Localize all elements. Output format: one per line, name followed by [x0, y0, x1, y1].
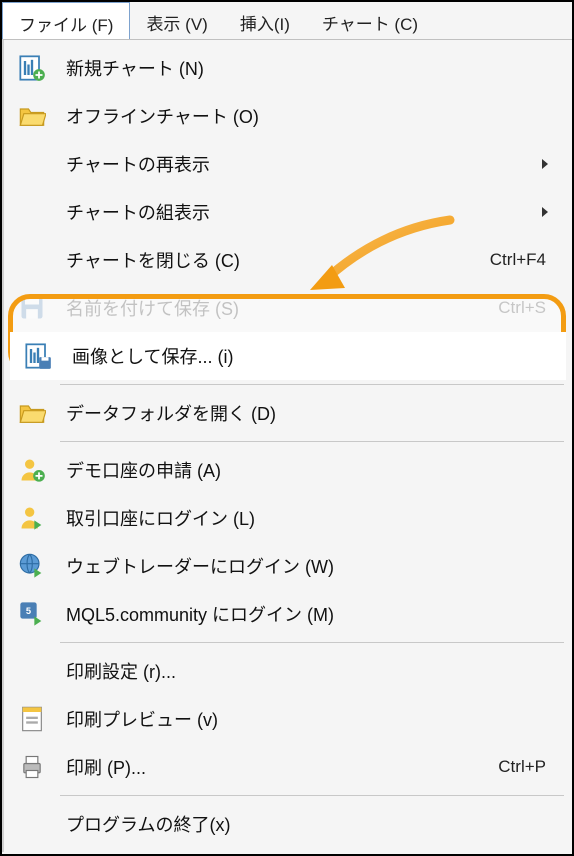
- menu-separator: [60, 642, 564, 643]
- menu-separator: [60, 384, 564, 385]
- menu-separator: [60, 795, 564, 796]
- svg-text:5: 5: [26, 606, 31, 616]
- menu-label: ウェブトレーダーにログイン (W): [60, 553, 556, 579]
- menu-print-preview[interactable]: 印刷プレビュー (v): [4, 695, 572, 743]
- menu-label: 印刷 (P)...: [60, 754, 498, 780]
- menu-close-chart[interactable]: チャートを閉じる (C) Ctrl+F4: [4, 236, 572, 284]
- menu-separator: [60, 441, 564, 442]
- menu-new-chart[interactable]: 新規チャート (N): [4, 44, 572, 92]
- empty-icon: [4, 647, 60, 695]
- menu-redisplay-chart[interactable]: チャートの再表示: [4, 140, 572, 188]
- menu-print-setup[interactable]: 印刷設定 (r)...: [4, 647, 572, 695]
- user-add-icon: [4, 446, 60, 494]
- menubar-file[interactable]: ファイル (F): [2, 2, 130, 39]
- menu-open-data-folder[interactable]: データフォルダを開く (D): [4, 389, 572, 437]
- shortcut-label: Ctrl+S: [498, 298, 556, 318]
- submenu-arrow-icon: [542, 159, 548, 169]
- menu-label: データフォルダを開く (D): [60, 400, 556, 426]
- menu-label: オフラインチャート (O): [60, 103, 556, 129]
- shortcut-label: Ctrl+F4: [490, 250, 556, 270]
- menubar-chart[interactable]: チャート (C): [306, 2, 434, 39]
- printer-icon: [4, 743, 60, 791]
- menu-offline-chart[interactable]: オフラインチャート (O): [4, 92, 572, 140]
- folder-icon: [4, 389, 60, 437]
- menu-label: チャートを閉じる (C): [60, 247, 490, 273]
- save-icon: [4, 284, 60, 332]
- menu-label: デモ口座の申請 (A): [60, 457, 556, 483]
- menu-label: プログラムの終了(x): [60, 811, 556, 837]
- user-login-icon: [4, 494, 60, 542]
- menu-label: 印刷設定 (r)...: [60, 658, 556, 684]
- menu-exit[interactable]: プログラムの終了(x): [4, 800, 572, 848]
- menu-label: チャートの再表示: [60, 151, 542, 177]
- menu-chart-group[interactable]: チャートの組表示: [4, 188, 572, 236]
- menu-demo-account[interactable]: デモ口座の申請 (A): [4, 446, 572, 494]
- window: ファイル (F) 表示 (V) 挿入(I) チャート (C) 新規チャート (N…: [0, 0, 574, 856]
- menubar-insert[interactable]: 挿入(I): [224, 2, 306, 39]
- empty-icon: [4, 188, 60, 236]
- menu-label: MQL5.community にログイン (M): [60, 601, 556, 627]
- shortcut-label: Ctrl+P: [498, 757, 556, 777]
- empty-icon: [4, 236, 60, 284]
- new-chart-icon: [4, 44, 60, 92]
- print-preview-icon: [4, 695, 60, 743]
- menu-label: 新規チャート (N): [60, 55, 556, 81]
- menubar-view[interactable]: 表示 (V): [130, 2, 223, 39]
- folder-open-icon: [4, 92, 60, 140]
- submenu-arrow-icon: [542, 207, 548, 217]
- globe-login-icon: [4, 542, 60, 590]
- menu-label: 取引口座にログイン (L): [60, 505, 556, 531]
- empty-icon: [4, 140, 60, 188]
- menu-label: 印刷プレビュー (v): [60, 706, 556, 732]
- file-menu: 新規チャート (N) オフラインチャート (O) チャートの再表示 チャートの組…: [2, 40, 572, 852]
- menu-login-web[interactable]: ウェブトレーダーにログイン (W): [4, 542, 572, 590]
- menu-print[interactable]: 印刷 (P)... Ctrl+P: [4, 743, 572, 791]
- empty-icon: [4, 800, 60, 848]
- menu-login-trade[interactable]: 取引口座にログイン (L): [4, 494, 572, 542]
- menu-label: 名前を付けて保存 (S): [60, 295, 498, 321]
- menu-label: チャートの組表示: [60, 199, 542, 225]
- menu-save-as-image[interactable]: 画像として保存... (i): [10, 332, 566, 380]
- menu-save-as-name[interactable]: 名前を付けて保存 (S) Ctrl+S: [4, 284, 572, 332]
- menu-login-mql5[interactable]: 5 MQL5.community にログイン (M): [4, 590, 572, 638]
- menu-label: 画像として保存... (i): [66, 343, 550, 369]
- mql5-icon: 5: [4, 590, 60, 638]
- menubar: ファイル (F) 表示 (V) 挿入(I) チャート (C): [2, 2, 572, 40]
- save-image-icon: [10, 332, 66, 380]
